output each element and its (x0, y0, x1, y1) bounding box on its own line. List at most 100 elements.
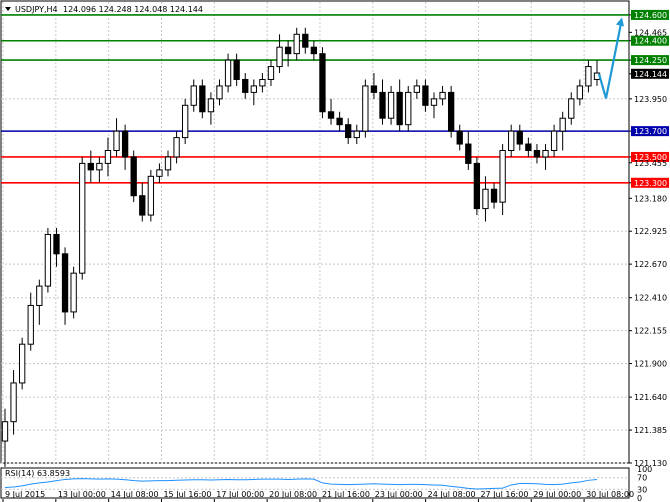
candle-bull (276, 46, 283, 68)
candle-bull (10, 382, 17, 423)
candle-bull (387, 91, 395, 119)
price-axis[interactable]: 124.600124.465124.400124.250124.144123.9… (629, 9, 669, 502)
price-label: 123.700 (634, 127, 667, 136)
rsi-axis-label: 30 (637, 485, 647, 494)
candle-bull (216, 85, 223, 100)
price-label: 124.400 (634, 37, 667, 46)
rsi-axis-label: 100 (637, 465, 652, 474)
candle-bull (173, 137, 180, 158)
candle-bull (499, 150, 506, 203)
price-label: 124.600 (634, 11, 667, 20)
time-label: 27 Jul 16:00 (480, 490, 528, 499)
time-label: 30 Jul 08:00 (586, 490, 634, 499)
candle-bull (413, 85, 420, 93)
price-label: 123.455 (634, 159, 667, 168)
candle-bull (353, 130, 360, 139)
candle-bear (370, 85, 378, 93)
candle-bull (27, 304, 34, 345)
candle-bull (405, 91, 412, 126)
candle-bear (422, 85, 429, 106)
price-label: 123.950 (634, 95, 667, 104)
main-panel-frame (0, 0, 630, 464)
candle-bull (182, 104, 189, 139)
candle-bear (473, 162, 481, 210)
price-label: 124.144 (634, 70, 667, 79)
price-label: 124.250 (634, 56, 667, 65)
time-label: 20 Jul 08:00 (269, 490, 317, 499)
candle-bear (130, 156, 137, 197)
price-label: 121.640 (634, 393, 667, 402)
candle-bull (44, 233, 52, 287)
candle-bear (516, 130, 523, 145)
ohlc-label: 124.096 124.248 124.048 124.144 (63, 5, 203, 14)
candle-bull (362, 85, 369, 132)
price-label: 121.900 (634, 360, 667, 369)
candle-bear (284, 46, 292, 55)
candle-bull (568, 98, 575, 119)
candle-bear (447, 91, 455, 132)
candle-bull (156, 169, 163, 177)
candle-bear (61, 253, 69, 313)
candle-bull (542, 150, 549, 158)
candle-bear (490, 188, 498, 203)
candle-bull (267, 66, 275, 80)
candle-bull (482, 188, 489, 210)
price-label: 122.410 (634, 294, 667, 303)
chart-canvas[interactable]: USDJPY,H4 124.096 124.248 124.048 124.14… (0, 0, 670, 502)
time-label: 29 Jul 00:00 (533, 490, 581, 499)
price-label: 122.670 (634, 260, 667, 269)
candle-bear (233, 59, 240, 80)
candle-bull (1, 421, 9, 442)
candle-bear (396, 91, 403, 126)
candle-bull (36, 285, 43, 306)
candle-bull (113, 130, 120, 152)
candle-bear (87, 162, 94, 171)
candle-bear (525, 143, 532, 152)
rsi-axis-label: 70 (637, 474, 647, 483)
candle-bull (559, 117, 566, 132)
time-label: 23 Jul 00:00 (375, 490, 423, 499)
time-label: 24 Jul 08:00 (428, 490, 476, 499)
candle-bull (190, 85, 197, 106)
symbol-label: USDJPY,H4 (15, 5, 58, 14)
candle-bear (121, 130, 129, 158)
time-label: 14 Jul 08:00 (111, 490, 159, 499)
candle-bull (70, 272, 77, 313)
candle-bull (585, 66, 592, 87)
time-label: 21 Jul 16:00 (322, 490, 370, 499)
price-label: 122.925 (634, 227, 667, 236)
time-label: 13 Jul 00:00 (58, 490, 106, 499)
price-label: 123.180 (634, 194, 667, 203)
rsi-title: RSI(14) 63.8593 (5, 469, 70, 478)
candle-bull (224, 59, 232, 87)
candle-bear (319, 53, 326, 113)
candle-bull (250, 85, 257, 93)
candle-bull (96, 162, 103, 171)
time-label: 9 Jul 2015 (5, 490, 45, 499)
price-label: 123.300 (634, 179, 667, 188)
candle-bull (576, 85, 584, 100)
price-label: 121.385 (634, 426, 667, 435)
time-label: 15 Jul 16:00 (163, 490, 211, 499)
candle-bull (164, 156, 172, 171)
main-panel[interactable]: USDJPY,H4 124.096 124.248 124.048 124.14… (0, 0, 630, 467)
candle-bear (242, 78, 249, 93)
time-label: 17 Jul 00:00 (216, 490, 264, 499)
candle-bull (439, 91, 446, 100)
candle-bear (53, 233, 60, 255)
candle-bull (430, 98, 438, 106)
candle-bear (456, 130, 463, 145)
candle-bull (104, 150, 112, 164)
candle-bear (379, 91, 386, 119)
rsi-axis-label: 0 (637, 494, 642, 502)
candle-bear (345, 124, 352, 139)
candle-bull (550, 130, 558, 152)
candle-bull (18, 343, 26, 384)
candle-bear (336, 117, 343, 126)
candle-bull (147, 175, 155, 216)
candle-bear (465, 143, 472, 164)
candle-bull (207, 98, 215, 113)
candle-bear (310, 46, 318, 55)
candle-bear (139, 195, 146, 216)
price-label: 122.155 (634, 327, 667, 336)
